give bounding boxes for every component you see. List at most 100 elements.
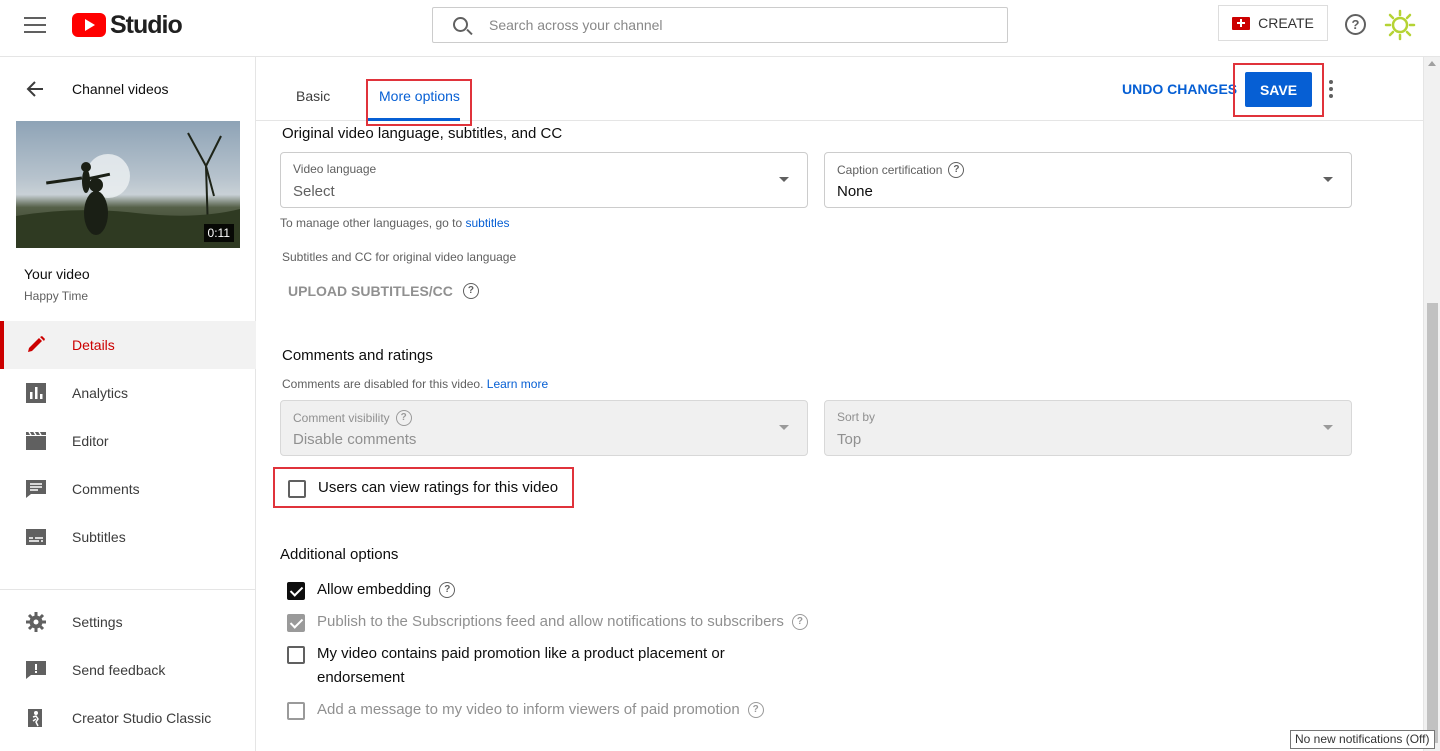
video-duration: 0:11	[203, 224, 234, 242]
sidebar-bottom-nav: Settings Send feedback Creator Studio Cl…	[0, 598, 256, 742]
undo-changes-button[interactable]: UNDO CHANGES	[1122, 81, 1237, 97]
chevron-down-icon	[1323, 177, 1333, 182]
promotion-message-row: Add a message to my video to inform view…	[287, 701, 764, 722]
sidebar-item-comments[interactable]: Comments	[0, 465, 256, 513]
tabs-bar: Basic More options UNDO CHANGES SAVE	[256, 57, 1423, 126]
main-panel: Basic More options UNDO CHANGES SAVE Ori…	[256, 57, 1423, 751]
sidebar-item-creator-studio-classic[interactable]: Creator Studio Classic	[0, 694, 256, 742]
sidebar-item-settings[interactable]: Settings	[0, 598, 256, 646]
comment-visibility-label: Comment visibility ?	[293, 410, 412, 426]
sidebar-item-label: Details	[72, 337, 115, 353]
video-language-label: Video language	[293, 162, 377, 176]
caption-cert-value: None	[837, 183, 873, 200]
page-scrollbar[interactable]	[1423, 57, 1440, 751]
tab-basic[interactable]: Basic	[296, 88, 330, 104]
help-icon[interactable]: ?	[747, 702, 764, 718]
your-video-label: Your video	[24, 266, 90, 282]
sidebar: Channel videos 0:11 Your video Happy Tim…	[0, 57, 256, 751]
notifications-tooltip: No new notifications (Off)	[1290, 730, 1435, 749]
additional-options-title: Additional options	[280, 546, 399, 563]
search-box[interactable]	[432, 7, 1008, 43]
sidebar-item-label: Settings	[72, 614, 123, 630]
back-arrow-icon[interactable]	[26, 80, 44, 98]
search-icon[interactable]	[453, 17, 468, 32]
sidebar-item-label: Creator Studio Classic	[72, 710, 212, 726]
back-label: Channel videos	[72, 81, 169, 97]
language-section-title: Original video language, subtitles, and …	[282, 125, 563, 142]
help-icon[interactable]: ?	[791, 614, 808, 630]
pencil-icon	[28, 336, 45, 352]
sidebar-item-label: Send feedback	[72, 662, 166, 678]
highlight-more-options	[366, 79, 472, 126]
promotion-message-label: Add a message to my video to inform view…	[317, 698, 764, 722]
analytics-icon	[26, 383, 46, 403]
learn-more-link[interactable]: Learn more	[487, 377, 548, 391]
allow-embedding-label: Allow embedding ?	[317, 578, 456, 602]
create-button[interactable]: CREATE	[1218, 5, 1328, 41]
classic-studio-icon	[28, 709, 42, 727]
subtitles-icon	[26, 529, 46, 545]
editor-icon	[26, 431, 46, 450]
sidebar-item-label: Subtitles	[72, 529, 126, 545]
help-icon[interactable]: ?	[948, 162, 965, 178]
video-language-select[interactable]: Video language Select	[280, 152, 808, 208]
video-title: Happy Time	[24, 289, 89, 303]
sidebar-item-send-feedback[interactable]: Send feedback	[0, 646, 256, 694]
sidebar-divider	[0, 589, 256, 590]
avatar[interactable]	[1384, 9, 1416, 41]
logo-text: Studio	[110, 10, 183, 39]
more-options-content: Original video language, subtitles, and …	[256, 121, 1423, 751]
back-to-channel-videos[interactable]: Channel videos	[0, 75, 256, 103]
create-label: CREATE	[1258, 15, 1314, 31]
paid-promotion-row[interactable]: My video contains paid promotion like a …	[287, 645, 725, 690]
caption-certification-select[interactable]: Caption certification ? None	[824, 152, 1352, 208]
sort-by-value: Top	[837, 431, 862, 448]
chevron-down-icon	[1323, 425, 1333, 430]
search-input[interactable]	[489, 8, 989, 42]
help-icon[interactable]: ?	[439, 582, 456, 598]
sidebar-nav: Details Analytics Editor Comments Subtit…	[0, 321, 256, 561]
chevron-down-icon	[779, 425, 789, 430]
top-bar: Studio CREATE ?	[0, 0, 1440, 57]
gear-icon	[26, 612, 46, 632]
paid-promotion-label: My video contains paid promotion like a …	[317, 645, 725, 686]
studio-logo[interactable]: Studio	[72, 10, 183, 39]
manage-languages-text: To manage other languages, go to subtitl…	[280, 216, 510, 230]
menu-icon[interactable]	[24, 17, 46, 33]
youtube-logo-icon	[72, 13, 106, 37]
sidebar-item-analytics[interactable]: Analytics	[0, 369, 256, 417]
sidebar-item-details[interactable]: Details	[0, 321, 256, 369]
publish-subscriptions-checkbox	[287, 614, 305, 632]
video-thumbnail[interactable]: 0:11	[16, 121, 240, 248]
comments-icon	[26, 480, 46, 498]
comment-visibility-select: Comment visibility ? Disable comments	[280, 400, 808, 456]
sidebar-item-label: Comments	[72, 481, 140, 497]
sidebar-item-editor[interactable]: Editor	[0, 417, 256, 465]
paid-promotion-checkbox[interactable]	[287, 646, 305, 664]
sidebar-item-subtitles[interactable]: Subtitles	[0, 513, 256, 561]
highlight-ratings	[273, 467, 574, 508]
chevron-down-icon	[779, 177, 789, 182]
upload-subtitles-button[interactable]: UPLOAD SUBTITLES/CC ?	[288, 283, 479, 299]
subtitles-cc-label: Subtitles and CC for original video lang…	[282, 250, 517, 264]
comments-section-title: Comments and ratings	[282, 347, 433, 364]
comments-disabled-text: Comments are disabled for this video. Le…	[282, 377, 549, 391]
more-actions-icon[interactable]	[1329, 80, 1335, 98]
sort-by-label: Sort by	[837, 410, 876, 424]
help-icon[interactable]: ?	[395, 410, 412, 426]
scrollbar-thumb[interactable]	[1427, 303, 1438, 743]
upload-subtitles-label: UPLOAD SUBTITLES/CC	[288, 283, 453, 299]
help-icon[interactable]: ?	[462, 283, 479, 299]
caption-cert-label: Caption certification ?	[837, 162, 965, 178]
allow-embedding-checkbox[interactable]	[287, 582, 305, 600]
subtitles-link[interactable]: subtitles	[465, 216, 509, 230]
allow-embedding-row[interactable]: Allow embedding ?	[287, 578, 456, 602]
highlight-save	[1233, 63, 1324, 117]
scroll-up-arrow-icon[interactable]	[1428, 61, 1436, 66]
comment-visibility-value: Disable comments	[293, 431, 417, 448]
create-video-icon	[1232, 16, 1251, 30]
promotion-message-checkbox	[287, 702, 305, 720]
publish-subscriptions-label: Publish to the Subscriptions feed and al…	[317, 610, 808, 634]
help-icon[interactable]: ?	[1345, 14, 1366, 35]
sort-by-select: Sort by Top	[824, 400, 1352, 456]
